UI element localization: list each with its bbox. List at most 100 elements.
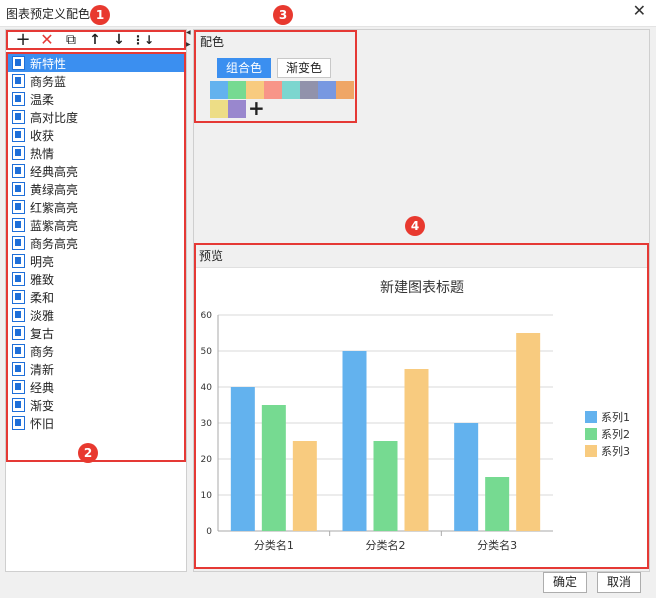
color-swatch[interactable]: [264, 81, 282, 99]
x-tick-label: 分类名1: [254, 538, 294, 552]
scheme-list-item[interactable]: 经典高亮: [8, 162, 184, 180]
scheme-list-item-label: 怀旧: [30, 416, 55, 431]
color-swatch[interactable]: [318, 81, 336, 99]
delete-icon[interactable]: ✕: [38, 32, 56, 48]
chart-scheme-icon: [12, 380, 25, 394]
scheme-list-item[interactable]: 新特性: [8, 54, 184, 72]
scheme-list-item[interactable]: 经典: [8, 378, 184, 396]
color-section-label: 配色: [200, 35, 225, 49]
chart-scheme-icon: [12, 128, 25, 142]
scheme-list-item[interactable]: 柔和: [8, 288, 184, 306]
scheme-list-item[interactable]: 黄绿高亮: [8, 180, 184, 198]
scheme-list-item[interactable]: 淡雅: [8, 306, 184, 324]
scheme-list-item-label: 柔和: [30, 290, 55, 305]
legend-label: 系列3: [601, 444, 630, 458]
color-swatch[interactable]: [300, 81, 318, 99]
chart-scheme-icon: [12, 344, 25, 358]
scheme-list-item[interactable]: 雅致: [8, 270, 184, 288]
color-swatch[interactable]: [336, 81, 354, 99]
scheme-list-item-label: 温柔: [30, 92, 55, 107]
scheme-list-item-label: 雅致: [30, 272, 55, 287]
scheme-list-item-label: 高对比度: [30, 110, 79, 125]
scheme-list-item-label: 清新: [30, 362, 55, 377]
color-scheme-section: 配色 组合色 渐变色 +: [194, 30, 357, 123]
chart-scheme-icon: [12, 398, 25, 412]
scheme-list-item[interactable]: 收获: [8, 126, 184, 144]
scheme-list-item[interactable]: 清新: [8, 360, 184, 378]
move-up-icon[interactable]: ↑: [86, 32, 104, 48]
scheme-list-item-label: 蓝紫高亮: [30, 218, 79, 233]
chart-scheme-icon: [12, 236, 25, 250]
scheme-list-item-label: 淡雅: [30, 308, 55, 323]
scheme-list-item-label: 红紫高亮: [30, 200, 79, 215]
scheme-list-item-label: 复古: [30, 326, 55, 341]
close-icon[interactable]: ✕: [633, 1, 646, 20]
marker-4: 4: [405, 216, 425, 236]
scheme-list-item-label: 热情: [30, 146, 55, 161]
chart-scheme-icon: [12, 56, 25, 70]
scheme-list-item[interactable]: 商务: [8, 342, 184, 360]
color-swatch[interactable]: [210, 100, 228, 118]
scheme-list-item[interactable]: 商务高亮: [8, 234, 184, 252]
chart-bar: [261, 405, 286, 531]
preview-chart: 新建图表标题 0 10 20 30 40 50 60 分类名1 分类名2 分类名3 系列1 系列2 系列3: [201, 280, 630, 552]
panel-splitter[interactable]: ◀ ▶: [186, 29, 192, 570]
tab-combination-color[interactable]: 组合色: [217, 58, 272, 78]
ok-button[interactable]: 确定: [543, 572, 587, 593]
scheme-list-item-label: 商务高亮: [30, 236, 79, 251]
collapse-left-icon[interactable]: ◀: [186, 29, 191, 36]
chart-scheme-icon: [12, 308, 25, 322]
y-tick-label: 40: [201, 383, 213, 393]
legend-label: 系列1: [601, 410, 630, 424]
legend-swatch: [585, 411, 597, 423]
legend-label: 系列2: [601, 427, 630, 441]
color-swatch[interactable]: [210, 81, 228, 99]
chart-scheme-icon: [12, 362, 25, 376]
scheme-list-item[interactable]: 怀旧: [8, 414, 184, 432]
scheme-list-item[interactable]: 渐变: [8, 396, 184, 414]
chart-bar: [292, 441, 317, 531]
scheme-list-item-label: 新特性: [30, 56, 67, 71]
chart-scheme-icon: [12, 74, 25, 88]
scheme-list-item[interactable]: 红紫高亮: [8, 198, 184, 216]
chart-bar: [230, 387, 255, 531]
scheme-list-item[interactable]: 复古: [8, 324, 184, 342]
move-down-icon[interactable]: ↓: [110, 32, 128, 48]
y-tick-label: 0: [206, 527, 212, 537]
chart-scheme-icon: [12, 92, 25, 106]
preview-label: 预览: [196, 245, 647, 268]
scheme-list-item[interactable]: 蓝紫高亮: [8, 216, 184, 234]
legend-swatch: [585, 445, 597, 457]
scheme-list-item[interactable]: 明亮: [8, 252, 184, 270]
chart-scheme-icon: [12, 416, 25, 430]
cancel-button[interactable]: 取消: [597, 572, 641, 593]
add-color-icon[interactable]: +: [248, 98, 265, 118]
scheme-list-item[interactable]: 热情: [8, 144, 184, 162]
chart-bar: [373, 441, 398, 531]
add-icon[interactable]: +: [14, 31, 32, 49]
chart-scheme-icon: [12, 272, 25, 286]
expand-right-icon[interactable]: ▶: [186, 41, 191, 48]
right-panel: 配色 组合色 渐变色 + 4 预览 新建图表标题 0 10 20 30 40 50 60 分类名…: [193, 29, 650, 572]
chart-scheme-icon: [12, 182, 25, 196]
x-tick-label: 分类名2: [366, 538, 406, 552]
copy-icon[interactable]: ⧉: [62, 32, 80, 48]
sort-icon[interactable]: ⋮↓: [132, 32, 154, 48]
tab-gradient-color[interactable]: 渐变色: [277, 58, 332, 78]
x-tick-label: 分类名3: [477, 538, 517, 552]
chart-scheme-icon: [12, 218, 25, 232]
color-swatch[interactable]: [282, 81, 300, 99]
scheme-list-item-label: 渐变: [30, 398, 55, 413]
chart-bar: [485, 477, 510, 531]
chart-scheme-icon: [12, 326, 25, 340]
preview-section: 预览 新建图表标题 0 10 20 30 40 50 60 分类名1 分类名2 分类名3 系列1 系列2…: [194, 243, 649, 569]
scheme-list-item[interactable]: 温柔: [8, 90, 184, 108]
legend-swatch: [585, 428, 597, 440]
chart-scheme-icon: [12, 110, 25, 124]
color-swatch[interactable]: [228, 81, 246, 99]
scheme-list-item[interactable]: 高对比度: [8, 108, 184, 126]
chart-bar: [404, 369, 429, 531]
scheme-list-item[interactable]: 商务蓝: [8, 72, 184, 90]
color-swatch[interactable]: [228, 100, 246, 118]
y-tick-label: 50: [201, 347, 213, 357]
